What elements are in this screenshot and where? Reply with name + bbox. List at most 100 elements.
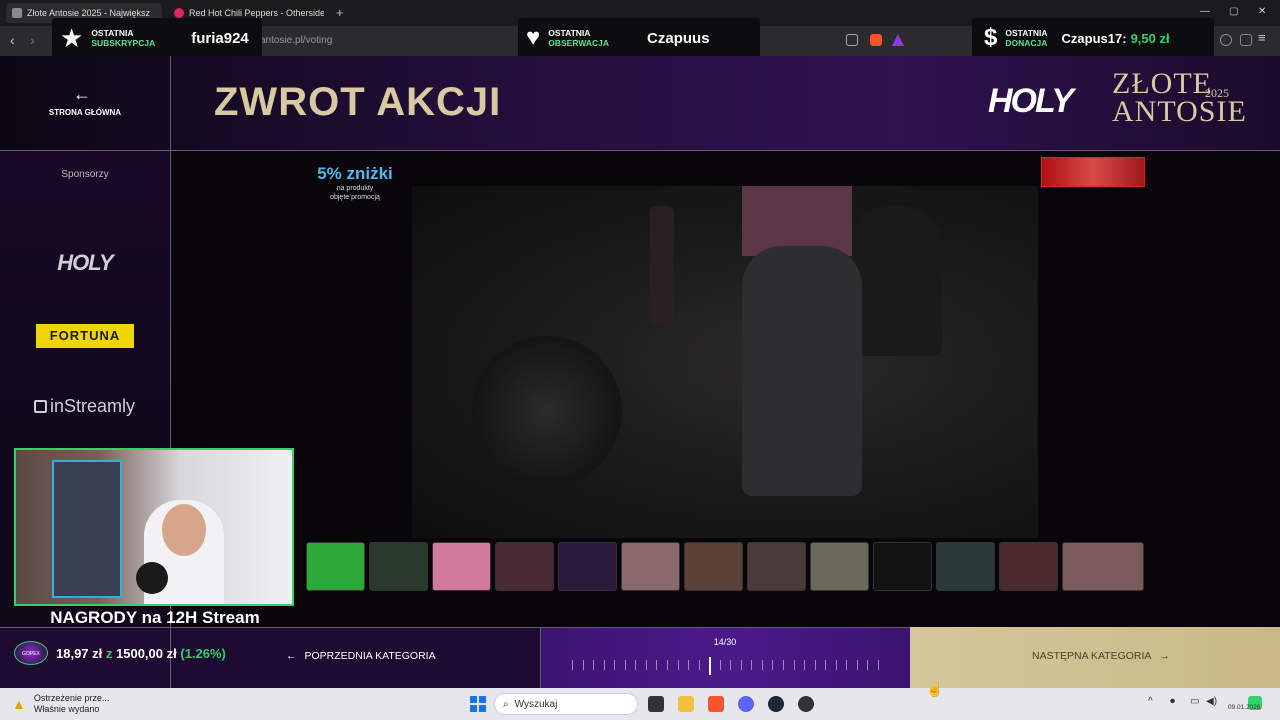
streamer-webcam: [14, 448, 294, 606]
volume-icon[interactable]: ◀): [1206, 696, 1217, 707]
notification-title: Ostrzeżenie prze...: [33, 693, 110, 703]
home-link[interactable]: STRONA GŁÓWNA: [30, 108, 140, 117]
menu-icon[interactable]: ≡: [1258, 30, 1266, 45]
nominee-thumbnail[interactable]: [495, 542, 554, 591]
nominee-thumbnail[interactable]: [684, 542, 743, 591]
screen: Złote Antosie 2025 - Największ ✕ Red Hot…: [0, 0, 1280, 720]
steam-icon[interactable]: [768, 696, 784, 712]
search-placeholder: Wyszukaj: [514, 698, 558, 710]
nominee-thumbnail[interactable]: [432, 542, 491, 591]
category-tick: [761, 660, 763, 670]
category-tick: [878, 660, 879, 670]
nominee-thumbnail[interactable]: [999, 542, 1058, 591]
nominee-thumbnail[interactable]: [306, 542, 365, 591]
category-counter: 14/30: [713, 637, 737, 647]
sponsor-thumbnail: [1041, 157, 1145, 187]
close-window-icon[interactable]: ✕: [1258, 6, 1266, 17]
leo-icon[interactable]: [1220, 34, 1232, 46]
page-favicon-icon: [12, 8, 22, 18]
share-icon[interactable]: [846, 34, 858, 46]
goal-percent: (1.26%): [180, 645, 226, 661]
forward-icon[interactable]: ›: [30, 32, 35, 48]
nominee-thumbnail[interactable]: [369, 542, 428, 591]
promo-title: 5% zniżki: [317, 164, 393, 183]
next-label: NASTĘPNA KATEGORIA: [1032, 650, 1152, 662]
category-tick: [582, 660, 584, 670]
back-icon[interactable]: ‹: [10, 32, 15, 48]
close-tab-icon[interactable]: ✕: [161, 8, 162, 19]
category-tick: [740, 660, 742, 670]
app-icon[interactable]: [798, 696, 814, 712]
brave-shield-icon[interactable]: [870, 34, 882, 46]
category-tick: [677, 660, 679, 670]
maximize-icon[interactable]: ▢: [1229, 6, 1238, 17]
overlay-label: OSTATNIA: [91, 28, 134, 38]
subscriber-name: furia924: [191, 29, 249, 47]
dollar-icon: $: [984, 24, 998, 51]
windows-taskbar: ▲ Ostrzeżenie prze... Właśnie wydano ⌕ W…: [0, 688, 1280, 720]
donation-goal-overlay: GOPEX 18,97 zł z 1500,00 zł (1.26%): [14, 639, 226, 667]
nominee-thumbnail[interactable]: [621, 542, 680, 591]
category-title: ZWROT AKCJI: [214, 80, 502, 124]
gopex-logo: GOPEX: [14, 641, 48, 665]
file-explorer-icon[interactable]: [678, 696, 694, 712]
instreamly-label: inStreamly: [50, 396, 136, 416]
category-tick: [666, 660, 668, 670]
logo-line2: ANTOSIE: [1112, 95, 1247, 128]
category-tick: [719, 660, 721, 670]
network-icon[interactable]: ▭: [1190, 696, 1199, 707]
nominee-thumbnail[interactable]: [810, 542, 869, 591]
nominee-video[interactable]: [412, 186, 1038, 538]
mouse-cursor-icon: ☝: [926, 681, 944, 697]
youtube-favicon-icon: [174, 8, 184, 18]
overlay-label: OSTATNIA: [548, 28, 591, 38]
notification[interactable]: ▲ Ostrzeżenie prze... Właśnie wydano: [12, 693, 109, 715]
category-tick: [793, 660, 795, 670]
goal-target: 1500,00 zł: [116, 645, 177, 661]
nominee-thumbnail[interactable]: [747, 542, 806, 591]
nominee-thumbnail[interactable]: [558, 542, 617, 591]
taskbar-search[interactable]: ⌕ Wyszukaj: [494, 693, 638, 715]
warning-icon: ▲: [12, 696, 26, 712]
brave-browser-icon[interactable]: [708, 696, 724, 712]
notification-sub: Właśnie wydano: [33, 704, 100, 714]
arrow-left-icon: ←: [286, 650, 297, 662]
next-category-label[interactable]: NASTĘPNA KATEGORIA →: [1032, 650, 1170, 662]
category-tick: [856, 660, 858, 670]
overlay-sublabel: SUBSKRYPCJA: [91, 38, 156, 48]
sponsor-fortuna-logo[interactable]: FORTUNA: [36, 324, 134, 348]
url-text[interactable]: antosie.pl/voting: [260, 35, 332, 46]
last-subscription-overlay: ★ OSTATNIA SUBSKRYPCJA furia924: [52, 18, 262, 58]
back-arrow-icon[interactable]: ←: [73, 84, 91, 105]
instreamly-icon: [34, 400, 47, 413]
tab-title: Złote Antosie 2025 - Największ: [27, 8, 151, 18]
category-tick: [593, 660, 595, 670]
new-tab-button[interactable]: +: [336, 5, 344, 20]
start-menu-icon[interactable]: [470, 696, 486, 712]
current-category-tick: [709, 657, 712, 675]
category-tick: [751, 660, 753, 670]
sponsor-holy-logo[interactable]: HOLY: [40, 250, 130, 276]
sponsor-instreamly-logo[interactable]: inStreamly: [34, 396, 144, 417]
task-view-icon[interactable]: [648, 696, 664, 712]
nominee-thumbnail[interactable]: [1062, 542, 1144, 591]
discord-icon[interactable]: [738, 696, 754, 712]
nominee-thumbnail[interactable]: [873, 542, 932, 591]
last-follow-overlay: ♥ OSTATNIA OBSERWACJA Czapuus: [518, 18, 760, 58]
previous-category-button[interactable]: ← POPRZEDNIA KATEGORIA: [286, 650, 436, 662]
microphone-icon[interactable]: ⏺: [1170, 696, 1175, 707]
category-tick: [645, 660, 647, 670]
last-donation-overlay: $ OSTATNIA DONACJA Czapus17: 9,50 zł: [972, 18, 1214, 58]
minimize-icon[interactable]: —: [1200, 6, 1210, 17]
promo-overlay: 5% zniżki na produkty objęte promocją: [312, 164, 398, 202]
tab-title: Red Hot Chili Peppers - Otherside: [189, 8, 324, 18]
vpn-icon[interactable]: [1240, 34, 1252, 46]
overlay-sublabel: DONACJA: [1005, 38, 1048, 48]
nominee-thumbnail[interactable]: [936, 542, 995, 591]
goal-separator: z: [105, 645, 113, 661]
category-tick: [846, 660, 848, 670]
chevron-up-icon[interactable]: ^: [1148, 696, 1153, 707]
follower-name: Czapuus: [647, 29, 710, 47]
category-tick: [572, 660, 573, 670]
promo-line1: na produkty: [336, 185, 374, 192]
